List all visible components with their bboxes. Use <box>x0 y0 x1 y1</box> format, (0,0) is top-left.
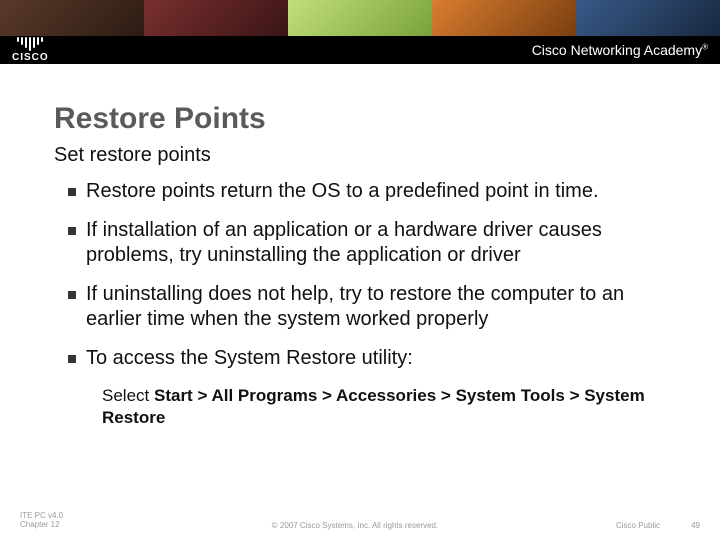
academy-label: Cisco Networking Academy® <box>532 42 708 58</box>
banner-photo <box>288 0 432 36</box>
footer-chapter: Chapter 12 <box>20 520 140 530</box>
banner-photo <box>144 0 288 36</box>
banner-photo <box>432 0 576 36</box>
banner-photo-strip <box>0 0 720 36</box>
footer: ITE PC v4.0 Chapter 12 © 2007 Cisco Syst… <box>0 511 720 530</box>
footer-classification: Cisco Public <box>570 521 660 530</box>
bullet-item: To access the System Restore utility: <box>68 346 666 371</box>
substep-menu-path: Start > All Programs > Accessories > Sys… <box>102 386 645 427</box>
banner-photo <box>576 0 720 36</box>
bullet-item: If installation of an application or a h… <box>68 218 666 268</box>
slide: CISCO Cisco Networking Academy® Restore … <box>0 0 720 540</box>
cisco-logo: CISCO <box>12 37 49 63</box>
banner: CISCO Cisco Networking Academy® <box>0 0 720 64</box>
footer-left: ITE PC v4.0 Chapter 12 <box>20 511 140 530</box>
bullet-item: If uninstalling does not help, try to re… <box>68 282 666 332</box>
cisco-logo-text: CISCO <box>12 52 49 63</box>
banner-bar: CISCO Cisco Networking Academy® <box>0 36 720 64</box>
page-title: Restore Points <box>54 102 666 136</box>
substep-lead: Select <box>102 386 154 405</box>
footer-course: ITE PC v4.0 <box>20 511 140 521</box>
page-subtitle: Set restore points <box>54 144 666 167</box>
bullet-item: Restore points return the OS to a predef… <box>68 179 666 204</box>
footer-page-number: 49 <box>660 521 700 530</box>
content-area: Restore Points Set restore points Restor… <box>0 64 720 429</box>
footer-copyright: © 2007 Cisco Systems, Inc. All rights re… <box>140 521 570 530</box>
substep-path: Select Start > All Programs > Accessorie… <box>102 385 666 429</box>
banner-photo <box>0 0 144 36</box>
bullet-list: Restore points return the OS to a predef… <box>54 179 666 371</box>
trademark-symbol: ® <box>702 42 708 51</box>
cisco-logo-icon <box>17 37 43 51</box>
academy-text: Cisco Networking Academy <box>532 42 702 58</box>
